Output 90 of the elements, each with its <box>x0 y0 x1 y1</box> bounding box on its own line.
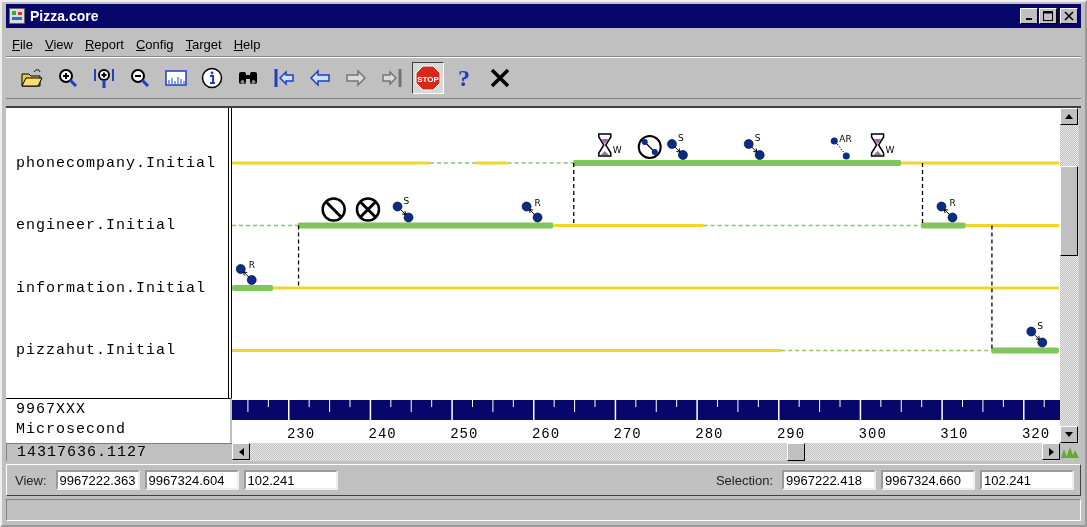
toolbar-button[interactable]: STOP <box>412 62 444 94</box>
view-start-field[interactable]: 9967222.363 <box>55 470 140 490</box>
stop-label: STOP <box>417 74 439 84</box>
dashed-line <box>506 162 574 164</box>
menu-item[interactable]: Target <box>185 36 222 52</box>
hourglass-icon <box>870 133 885 157</box>
event-label: S <box>754 133 761 143</box>
toolbar-button[interactable]: ? <box>448 62 480 94</box>
event-label: S <box>403 195 410 206</box>
selection-span-field[interactable]: 102.241 <box>980 470 1074 490</box>
view-end-field[interactable]: 9967324.604 <box>144 470 239 490</box>
right-triangle-icon <box>1048 447 1054 456</box>
down-triangle-icon <box>1065 432 1073 437</box>
axis-label: 250 <box>450 426 479 442</box>
scroll-left-button[interactable] <box>232 443 250 460</box>
dots-arrow-icon <box>743 139 765 160</box>
view-label: View: <box>15 472 47 488</box>
dashed-line <box>232 224 299 227</box>
menu-item[interactable]: Config <box>135 36 174 52</box>
unit-base: 9967XXX <box>16 401 87 418</box>
event-label: S <box>1037 320 1043 331</box>
lane-label: information.Initial <box>16 279 207 297</box>
dots-arrow-icon <box>521 201 543 223</box>
menu-item[interactable]: File <box>12 36 33 52</box>
event-label: S <box>677 133 684 143</box>
window-title: Pizza.core <box>30 8 100 24</box>
dots-arrow-icon <box>936 201 958 223</box>
app-icon <box>9 8 25 24</box>
maximize-icon <box>1043 11 1053 21</box>
maximize-button[interactable] <box>1039 8 1057 24</box>
dashed-line <box>429 162 477 164</box>
menu-item[interactable]: View <box>44 36 73 52</box>
unit-label: Microsecond <box>16 421 128 438</box>
hourglass-icon <box>598 133 612 157</box>
arrow-to-end-icon <box>380 66 404 90</box>
axis-label: 290 <box>776 426 806 442</box>
lane-label: phonecompany.Initial <box>16 154 217 172</box>
lane-label: pizzahut.Initial <box>16 342 177 360</box>
dotted-link-icon <box>830 137 850 160</box>
selection-end-field[interactable]: 9967324.660 <box>881 470 975 490</box>
circle-dots-icon <box>637 135 662 159</box>
event-label: W <box>885 145 895 155</box>
active-bar <box>232 285 274 291</box>
scroll-right-button[interactable] <box>1042 443 1060 460</box>
menu-item[interactable]: Report <box>84 36 124 52</box>
dots-arrow-icon <box>667 139 688 160</box>
left-triangle-icon <box>238 447 244 456</box>
time-readout: 14317636.1127 <box>17 444 148 461</box>
crossed-circle-icon <box>355 197 381 222</box>
zoom-fit-icon <box>92 66 116 90</box>
selection-label: Selection: <box>715 472 773 488</box>
event-label: R <box>248 260 255 270</box>
left-arrow-icon <box>308 66 332 90</box>
active-bar <box>991 347 1059 354</box>
no-entry-icon <box>321 197 346 222</box>
view-span-field[interactable]: 102.241 <box>243 470 338 490</box>
scroll-down-button[interactable] <box>1060 426 1078 443</box>
close-icon <box>1064 11 1074 21</box>
event-label: R <box>534 197 541 208</box>
transfer-line <box>297 224 300 289</box>
scrollbar-thumb[interactable] <box>787 443 805 461</box>
axis-label: 240 <box>368 426 397 442</box>
active-bar <box>920 222 966 229</box>
close-button[interactable] <box>1060 8 1078 24</box>
arrow-to-start-icon <box>272 66 296 90</box>
scrollbar-thumb[interactable] <box>1060 166 1078 256</box>
minimize-icon <box>1026 18 1032 20</box>
axis-label: 270 <box>613 426 642 442</box>
axis-label: 310 <box>940 426 969 442</box>
up-triangle-icon <box>1065 114 1073 119</box>
info-icon <box>200 66 224 90</box>
axis-label: 320 <box>1021 426 1051 442</box>
zoom-out-icon <box>128 66 152 90</box>
zoom-in-icon <box>56 66 80 90</box>
event-label: W <box>612 145 622 155</box>
axis-label: 280 <box>695 426 724 442</box>
event-label: R <box>949 197 956 208</box>
axis-label: 260 <box>531 426 561 442</box>
minimize-button[interactable] <box>1020 8 1038 24</box>
axis-label: 230 <box>286 426 316 442</box>
axis-label: 300 <box>858 426 887 442</box>
event-label: AR <box>839 134 852 144</box>
close-icon <box>488 66 512 90</box>
menu-item[interactable]: Help <box>233 36 261 52</box>
open-folder-icon <box>20 66 44 90</box>
right-arrow-icon <box>344 66 368 90</box>
selection-start-field[interactable]: 9967222.418 <box>782 470 876 490</box>
lane-label: engineer.Initial <box>16 217 177 235</box>
scroll-up-button[interactable] <box>1060 108 1078 125</box>
idle-line <box>475 161 508 165</box>
